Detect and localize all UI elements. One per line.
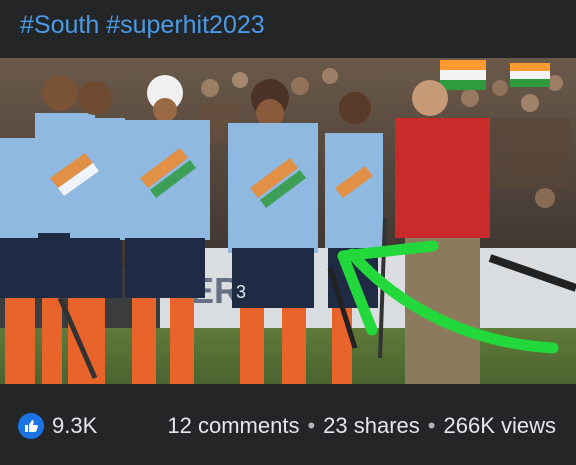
thumbs-up-icon xyxy=(18,413,44,439)
post-caption: #South #superhit2023 xyxy=(20,10,265,40)
jersey-number: 3 xyxy=(236,282,246,302)
hashtag-link-south[interactable]: #South xyxy=(20,11,99,39)
separator-dot: • xyxy=(427,413,436,438)
comments-count-link[interactable]: 12 comments xyxy=(167,413,299,439)
shares-count-link[interactable]: 23 shares xyxy=(323,413,420,439)
reactions-summary[interactable]: 9.3K xyxy=(18,411,97,441)
reaction-count: 9.3K xyxy=(52,413,98,438)
post-photo[interactable]: ER 3 xyxy=(0,58,576,384)
separator-dot: • xyxy=(307,413,316,438)
views-count: 266K views xyxy=(443,413,556,438)
hashtag-link-superhit2023[interactable]: #superhit2023 xyxy=(106,11,264,39)
engagement-counts: 12 comments • 23 shares • 266K views xyxy=(167,411,556,441)
engagement-bar: 9.3K 12 comments • 23 shares • 266K view… xyxy=(0,384,576,465)
